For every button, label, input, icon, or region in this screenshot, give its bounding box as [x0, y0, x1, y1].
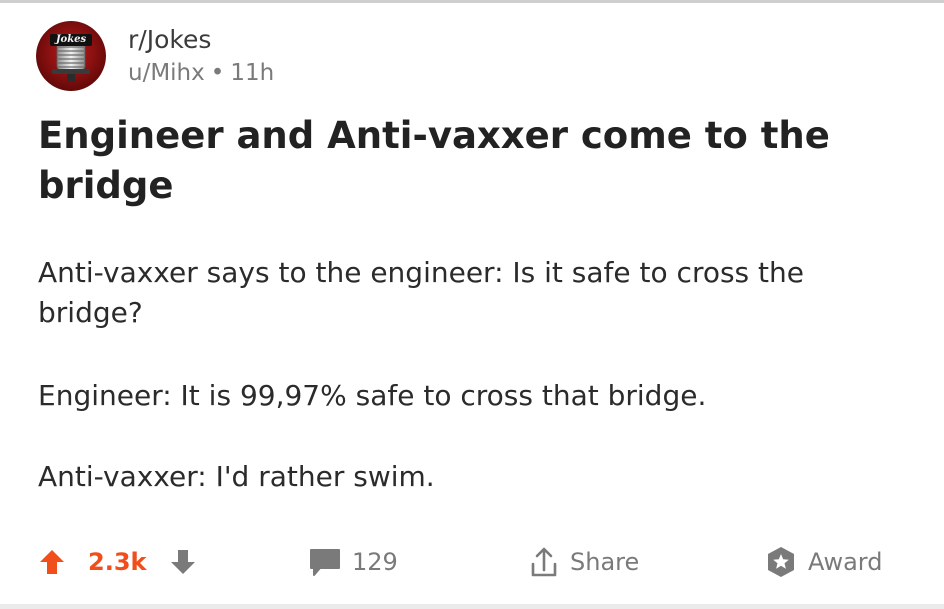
- action-bar: 2.3k 129 Share Award: [0, 540, 944, 584]
- share-button[interactable]: Share: [528, 540, 639, 584]
- post-meta: u/Mihx • 11h: [128, 58, 274, 88]
- subreddit-avatar[interactable]: Jokes: [36, 21, 106, 91]
- comments-button[interactable]: 129: [308, 540, 398, 584]
- post-title[interactable]: Engineer and Anti-vaxxer come to the bri…: [38, 111, 898, 211]
- microphone-icon: [36, 21, 106, 91]
- share-label: Share: [570, 548, 640, 576]
- upvote-arrow-icon: [40, 550, 64, 574]
- author-link[interactable]: u/Mihx: [128, 60, 205, 86]
- post-body-paragraph: Anti-vaxxer says to the engineer: Is it …: [38, 256, 804, 329]
- vote-score: 2.3k: [88, 548, 147, 576]
- award-label: Award: [808, 548, 883, 576]
- top-divider: [0, 0, 944, 3]
- comment-bubble-icon: [310, 549, 340, 576]
- comment-count: 129: [352, 548, 398, 576]
- avatar-logo-text: Jokes: [55, 34, 87, 45]
- share-icon: [531, 547, 557, 577]
- award-button[interactable]: Award: [764, 540, 882, 584]
- post-body-paragraph: Anti-vaxxer: I'd rather swim.: [38, 460, 435, 493]
- post-body-paragraph: Engineer: It is 99,97% safe to cross tha…: [38, 379, 707, 412]
- award-icon: [768, 547, 794, 577]
- downvote-arrow-icon: [171, 550, 195, 574]
- downvote-button[interactable]: [168, 540, 198, 584]
- subreddit-name[interactable]: r/Jokes: [128, 24, 211, 56]
- upvote-button[interactable]: [37, 540, 67, 584]
- meta-separator: •: [210, 60, 225, 86]
- post-age: 11h: [230, 60, 275, 86]
- bottom-divider: [0, 604, 944, 609]
